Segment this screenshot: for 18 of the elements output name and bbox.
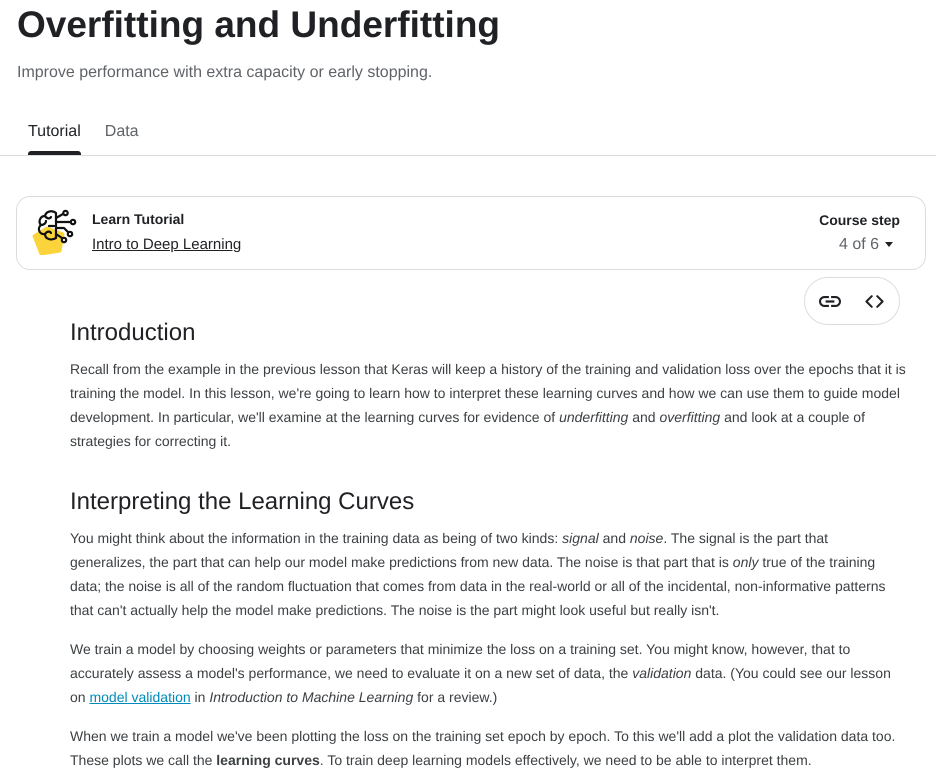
paragraph: Recall from the example in the previous lesson that Keras will keep a history of the training and validation loss over the epochs that it is training the model. In this lesson, we're going to learn how to interpret these learning curves and how we can use them to guide model development. In particular, we'll examine at the learning curves for evidence of underfitting and overfitting and look at a couple of strategies for correcting it. — [70, 360, 907, 451]
course-step-dropdown[interactable]: 4 of 6 — [838, 234, 893, 254]
paragraph: You might think about the information in the training data as being of two kinds: signal and noise. The signal is the part that generalizes, the part that can help our model make predictions from new data. The noise is that part that is only true of the training data; the noise is all of the random fluctuation that comes from data in the real-world or all of the incidental, non-informative patterns that can't actually help the model make predictions. The noise is the part might look useful but really isn't. — [70, 529, 887, 620]
paragraph: When we train a model we've been plotting the loss on the training set epoch by epoch. To this we'll add a plot the validation data too. These plots we call the learning curves. To train deep learning models effectively, we need to be able to interpret them. — [70, 727, 896, 770]
code-icon — [864, 294, 884, 308]
tab[interactable]: Data — [104, 113, 139, 155]
tutorial-label: Learn Tutorial — [92, 210, 186, 229]
course-link[interactable]: Intro to Deep Learning — [92, 236, 242, 253]
section-heading: Introduction — [70, 318, 196, 348]
caret-icon — [885, 242, 893, 247]
page-title: Overfitting and Underfitting — [17, 3, 502, 47]
course-step-label: Course step — [819, 210, 900, 230]
paragraph: We train a model by choosing weights or parameters that minimize the loss on a training set. You might know, however, that to accurately assess a model's performance, we need to evaluate it on a new set of data, the validation data. (You could see our lesson on model validation in Introduction to Machine Learning for a review.) — [70, 640, 892, 707]
page-subtitle: Improve performance with extra capacity or early stopping. — [17, 63, 434, 83]
link-icon — [819, 296, 841, 306]
section-heading: Interpreting the Learning Curves — [70, 487, 416, 517]
inline-link[interactable]: model validation — [89, 689, 191, 705]
tab[interactable]: Tutorial — [28, 113, 81, 155]
